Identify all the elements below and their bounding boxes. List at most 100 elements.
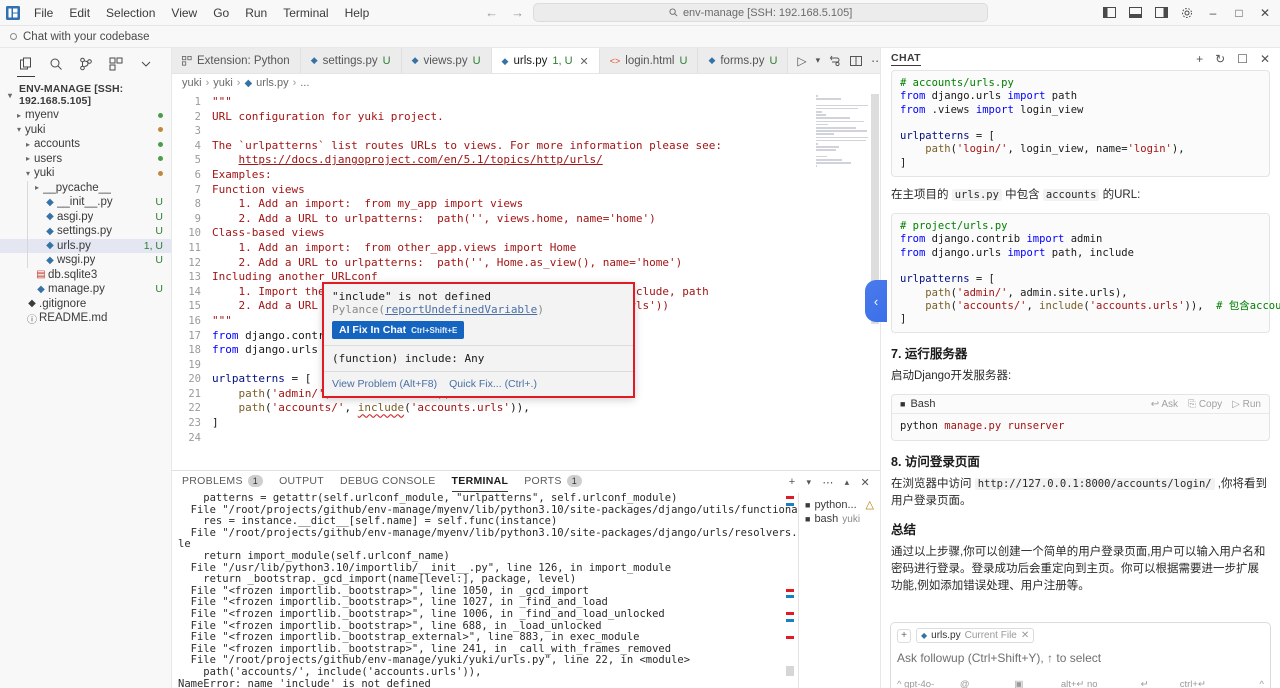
toggle-secondary-sidebar-icon[interactable] [1148,0,1174,26]
chat-input-placeholder[interactable]: Ask followup (Ctrl+Shift+Y), ↑ to select [897,648,1264,679]
panel-tab-problems[interactable]: PROBLEMS 1 [182,475,264,489]
chevron-right-icon[interactable]: ▸ [31,183,43,192]
close-icon[interactable]: ✕ [860,476,870,489]
tree-item-asgi-py[interactable]: ◆ asgi.py U [0,209,171,224]
run-icon[interactable]: ▷ [797,54,806,68]
chevron-down-icon[interactable]: ▾ [22,169,34,178]
tree-item-yuki[interactable]: ▾ yuki [0,166,171,181]
command-search-input[interactable]: env-manage [SSH: 192.168.5.105] [533,3,989,22]
menu-terminal[interactable]: Terminal [275,3,336,23]
chat-input-box[interactable]: + ◆ urls.py Current File ✕ Ask followup … [890,622,1271,688]
diagnostic-hover-card[interactable]: "include" is not defined Pylance(reportU… [322,282,635,398]
view-problem-link[interactable]: View Problem (Alt+F8) [332,378,437,390]
tree-item--gitignore[interactable]: ◆ .gitignore [0,297,171,312]
model-selector[interactable]: ^ gpt-4o-mini [897,679,951,688]
more-views-icon[interactable] [138,56,154,72]
more-icon[interactable]: ⋯ [822,476,833,489]
tree-item-db-sqlite3[interactable]: ▤ db.sqlite3 [0,268,171,283]
split-editor-icon[interactable] [850,55,863,67]
editor-tab-views-py[interactable]: ◆ views.py U [401,48,492,73]
menu-view[interactable]: View [163,3,205,23]
toggle-primary-sidebar-icon[interactable] [1096,0,1122,26]
ai-fix-in-chat-button[interactable]: AI Fix In Chat Ctrl+Shift+E [332,321,465,339]
window-maximize-button[interactable]: □ [1226,0,1252,26]
window-close-button[interactable]: ✕ [1252,0,1278,26]
back-icon[interactable]: ← [485,5,498,20]
chat-bash-run-button[interactable]: ▷ Run [1232,399,1261,410]
source-control-icon[interactable] [78,56,94,72]
breadcrumb-item-1[interactable]: yuki [213,77,233,89]
tree-item-users[interactable]: ▸ users [0,152,171,167]
settings-gear-icon[interactable] [1174,0,1200,26]
breadcrumb-item-3[interactable]: ... [300,77,309,89]
hover-rule-link[interactable]: reportUndefinedVariable [385,303,537,316]
editor-tab-extension--python[interactable]: Extension: Python [172,48,301,73]
history-icon[interactable]: ↻ [1215,52,1225,66]
chevron-right-icon[interactable]: ▸ [13,111,25,120]
terminal-instance-bash[interactable]: ■ bash yuki [799,512,880,526]
menu-run[interactable]: Run [237,3,275,23]
tree-item-manage-py[interactable]: ◆ manage.py U [0,282,171,297]
chevron-up-icon[interactable]: ▴ [845,477,850,488]
search-icon[interactable] [48,56,64,72]
menu-file[interactable]: File [26,3,61,23]
editor-tab-urls-py[interactable]: ◆ urls.py 1, U ✕ [491,48,600,73]
chat-code-block[interactable]: # accounts/urls.py from django.urls impo… [891,70,1270,178]
editor-tab-settings-py[interactable]: ◆ settings.py U [300,48,402,73]
split-run-icon[interactable] [829,55,841,67]
chevron-down-icon[interactable]: ▾ [13,125,25,134]
terminal-scrollbar[interactable] [786,493,794,688]
explorer-root-row[interactable]: ▾ ENV-MANAGE [SSH: 192.168.5.105] [0,82,171,108]
terminal-scrollbar-thumb[interactable] [786,666,794,676]
panel-tab-ports[interactable]: PORTS 1 [524,475,582,489]
tree-item-urls-py[interactable]: ◆ urls.py 1, U [0,238,171,253]
menu-help[interactable]: Help [337,3,378,23]
chat-with-codebase-button[interactable]: Chat with your codebase [0,31,172,43]
chat-code-block[interactable]: # project/urls.py from django.contrib im… [891,213,1280,334]
new-chat-icon[interactable]: + [1196,52,1203,66]
chevron-up-icon[interactable]: ^ [1260,679,1264,688]
menu-go[interactable]: Go [205,3,237,23]
tree-item-myenv[interactable]: ▸ myenv [0,108,171,123]
terminal-instance-python[interactable]: ■ python... △ [799,497,880,512]
chevron-down-icon[interactable]: ▾ [816,55,821,66]
maximize-icon[interactable]: ☐ [1237,52,1248,66]
panel-tab-output[interactable]: OUTPUT [279,475,324,489]
close-icon[interactable]: ✕ [1021,630,1029,641]
add-context-button[interactable]: + [897,628,911,643]
chevron-down-icon[interactable]: ▾ [807,477,812,488]
editor-tab-login-html[interactable]: <> login.html U [599,48,699,73]
menu-selection[interactable]: Selection [98,3,163,23]
chat-bash-copy-button[interactable]: ⎘ Copy [1188,399,1222,410]
tree-item-accounts[interactable]: ▸ accounts [0,137,171,152]
tree-item---pycache--[interactable]: ▸ __pycache__ [0,180,171,195]
tree-item-wsgi-py[interactable]: ◆ wsgi.py U [0,253,171,268]
panel-tab-debug-console[interactable]: DEBUG CONSOLE [340,475,436,489]
collapse-chat-button[interactable]: ‹ [865,280,887,322]
tree-item-readme-md[interactable]: ⓘ README.md [0,311,171,326]
tree-item---init---py[interactable]: ◆ __init__.py U [0,195,171,210]
chat-bash-ask-button[interactable]: ↩ Ask [1151,399,1178,410]
minimap[interactable] [814,92,870,470]
breadcrumb-item-2[interactable]: urls.py [256,77,288,89]
code-editor[interactable]: 1 """ 2 URL configuration for yuki project.… [172,92,880,470]
quick-fix-link[interactable]: Quick Fix... (Ctrl+.) [449,378,537,390]
explorer-icon[interactable] [16,56,35,77]
tree-item-settings-py[interactable]: ◆ settings.py U [0,224,171,239]
tree-item-yuki[interactable]: ▾ yuki [0,123,171,138]
close-icon[interactable]: ✕ [1260,52,1270,66]
extensions-icon[interactable] [108,56,124,72]
mention-button[interactable]: @ Mention [960,679,1005,688]
window-minimize-button[interactable]: – [1200,0,1226,26]
add-terminal-icon[interactable]: + [789,476,796,488]
menu-edit[interactable]: Edit [61,3,98,23]
chat-messages[interactable]: # accounts/urls.py from django.urls impo… [881,70,1280,616]
chat-bash-block[interactable]: ■ Bash ↩ Ask ⎘ Copy ▷ Run python manage.py ru… [891,394,1270,441]
chevron-right-icon[interactable]: ▸ [22,140,34,149]
toggle-panel-icon[interactable] [1122,0,1148,26]
breadcrumb-item-0[interactable]: yuki [182,77,202,89]
close-icon[interactable]: ✕ [580,55,589,68]
panel-tab-terminal[interactable]: TERMINAL [451,475,509,492]
forward-icon[interactable]: → [511,5,524,20]
terminal-output-area[interactable]: patterns = getattr(self.urlconf_module, … [172,493,798,688]
